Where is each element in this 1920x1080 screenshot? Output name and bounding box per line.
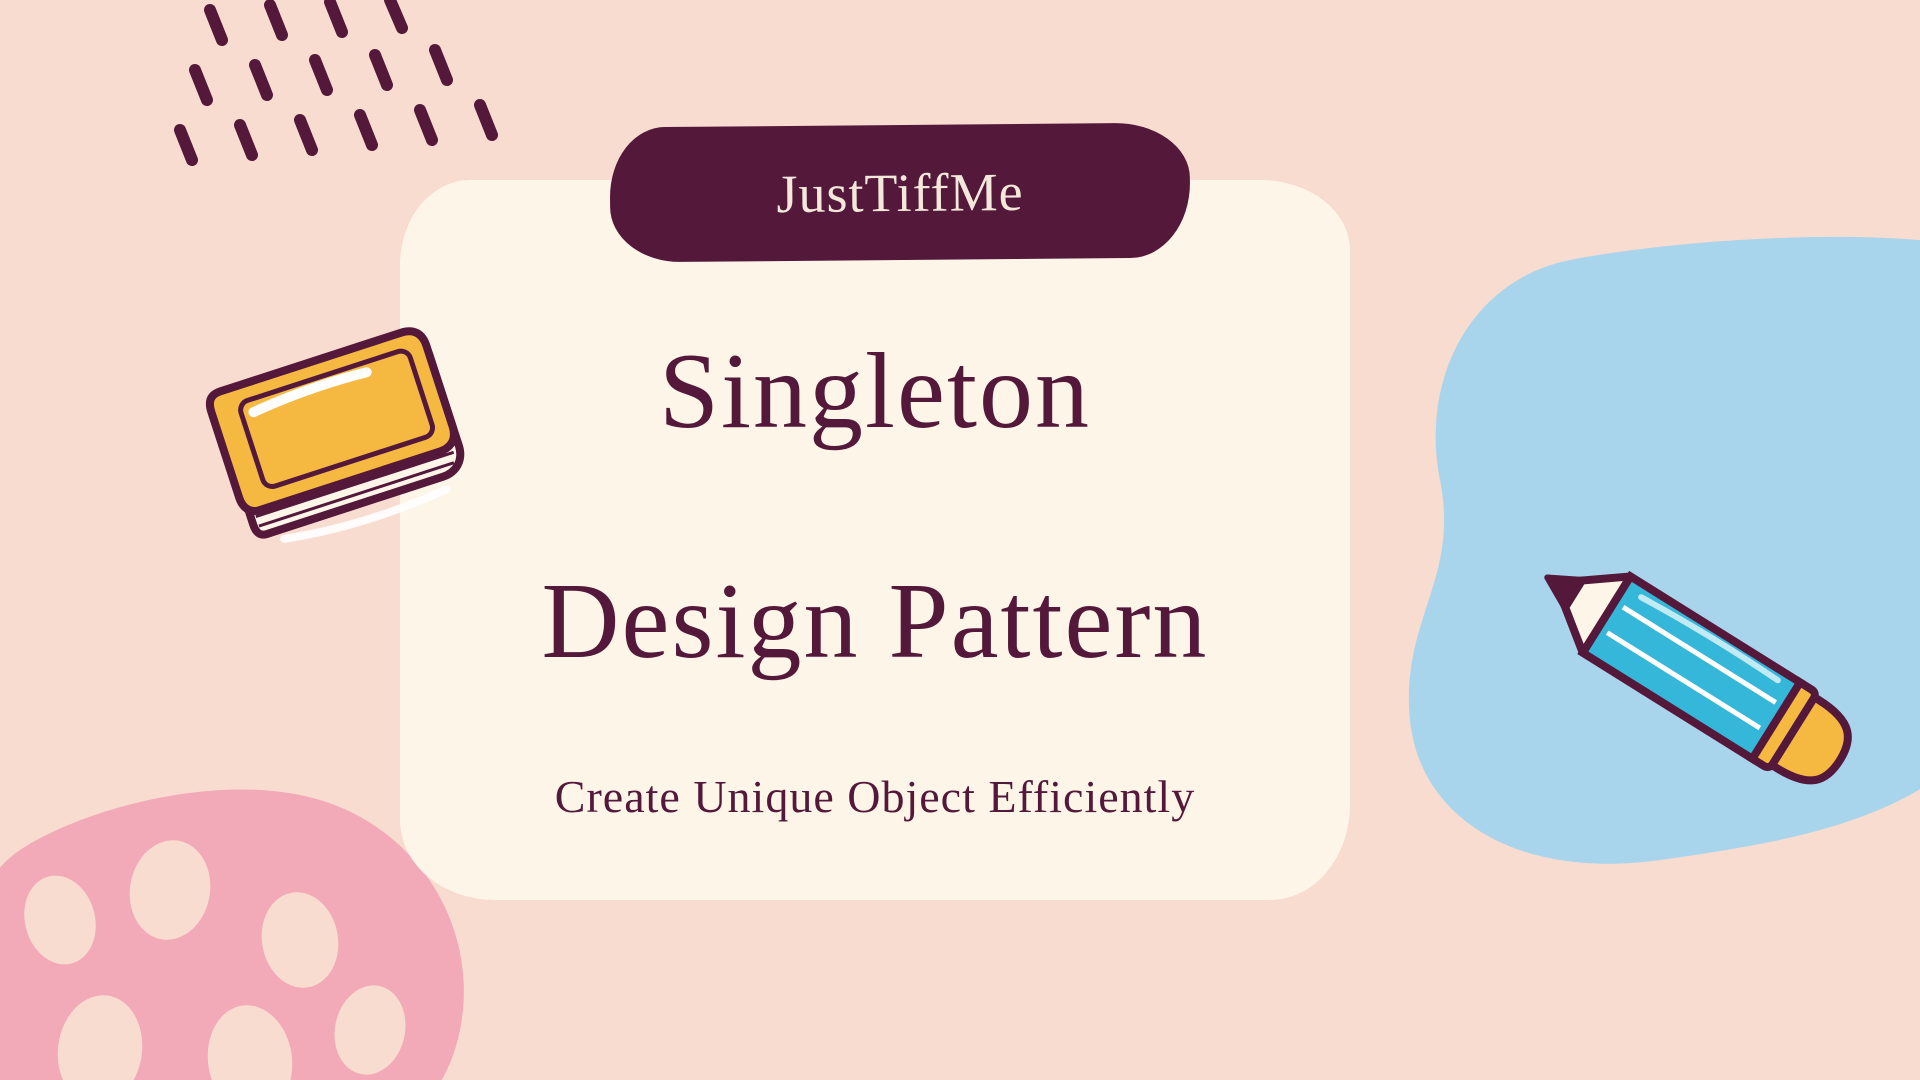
subtitle: Create Unique Object Efficiently <box>400 770 1350 823</box>
brand-badge: JustTiffMe <box>609 122 1190 262</box>
book-icon <box>185 280 505 590</box>
title-line-1: Singleton <box>400 330 1350 454</box>
pencil-icon <box>1455 525 1895 825</box>
title-line-2: Design Pattern <box>400 560 1350 684</box>
dash-pattern-icon <box>160 0 560 200</box>
slide-canvas: JustTiffMe Singleton Design Pattern Crea… <box>0 0 1920 1080</box>
brand-badge-label: JustTiffMe <box>776 160 1024 224</box>
